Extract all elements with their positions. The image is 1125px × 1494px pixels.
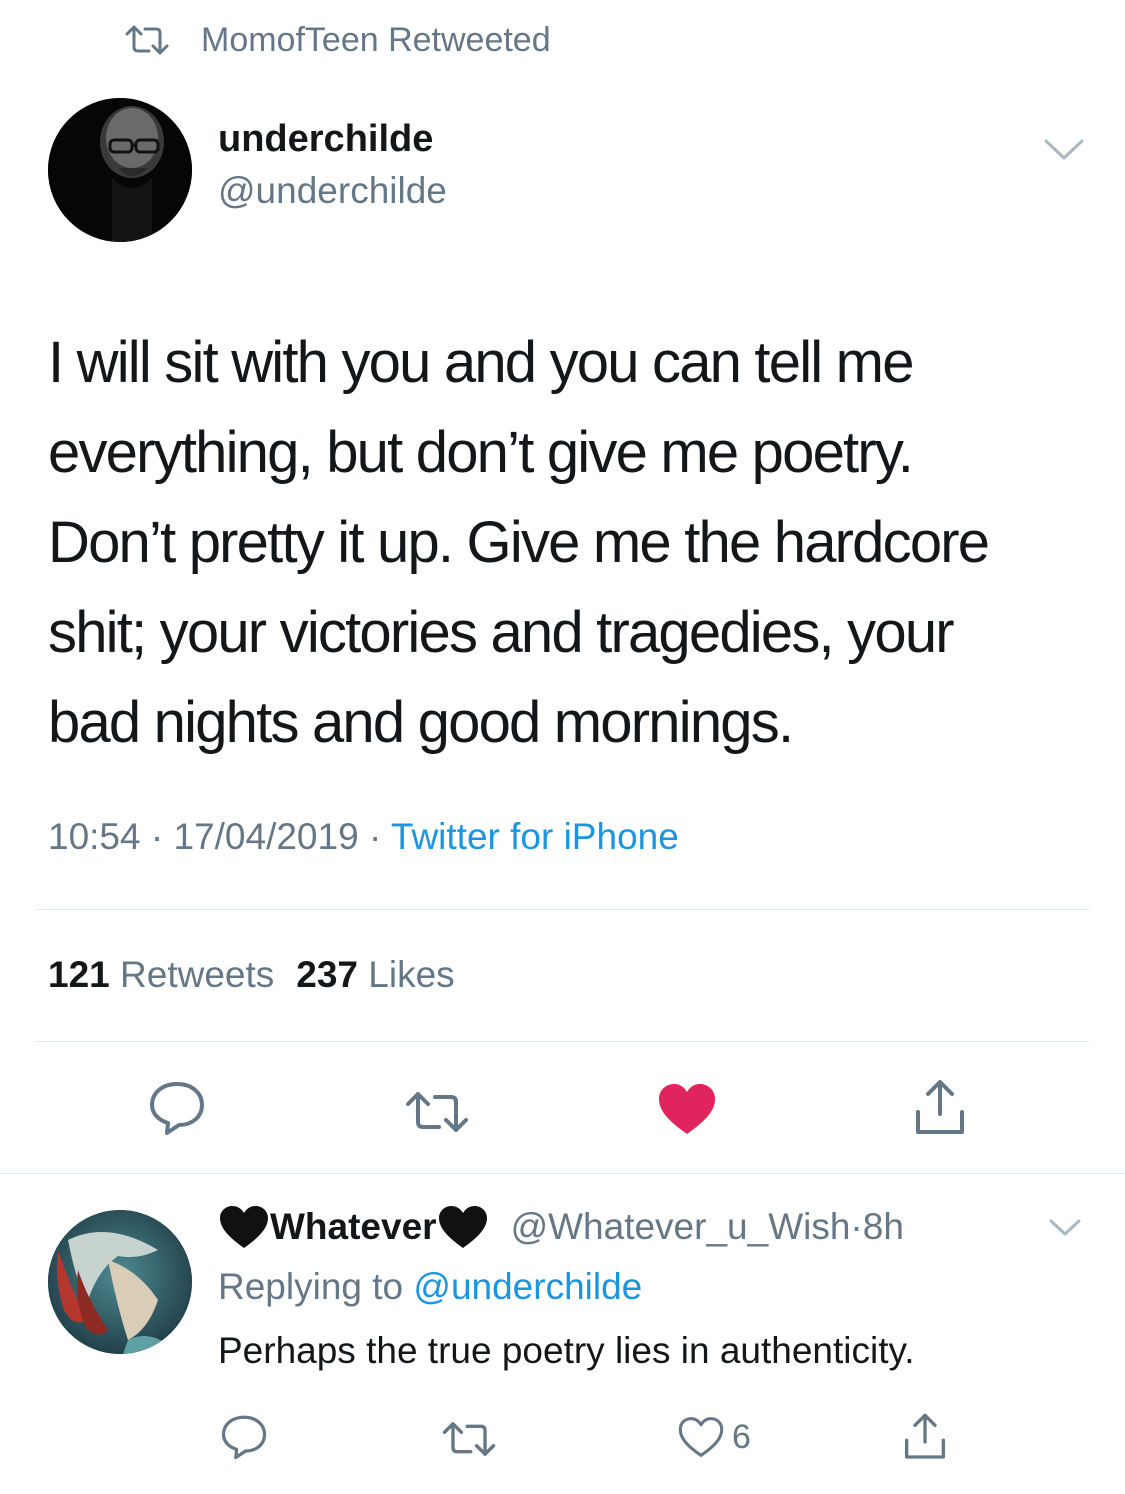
retweet-icon	[125, 25, 169, 55]
reply-icon	[150, 1082, 204, 1135]
retweets-stat[interactable]: 121 Retweets	[48, 954, 274, 995]
like-button[interactable]: 6	[678, 1416, 751, 1458]
reply-button[interactable]	[148, 1080, 206, 1136]
share-icon	[916, 1080, 964, 1134]
replying-to-link[interactable]: @underchilde	[413, 1266, 642, 1307]
retweets-label: Retweets	[120, 954, 275, 995]
retweet-context[interactable]: MomofTeen Retweeted	[125, 18, 551, 62]
meta-separator: ·	[140, 816, 174, 857]
black-heart-icon	[220, 1206, 268, 1248]
divider	[36, 909, 1089, 910]
tweet-meta: 10:54 · 17/04/2019 · Twitter for iPhone	[48, 816, 679, 858]
tweet-text: I will sit with you and you can tell me …	[48, 330, 990, 755]
reply-like-count: 6	[732, 1417, 751, 1456]
chevron-down-icon[interactable]	[1048, 1218, 1082, 1238]
meta-separator: ·	[358, 816, 391, 857]
replying-to: Replying to @underchilde	[218, 1266, 642, 1308]
replying-prefix: Replying to	[218, 1266, 404, 1307]
retweets-count: 121	[48, 954, 110, 995]
retweet-icon	[442, 1422, 496, 1456]
reply-author-name[interactable]: Whatever	[218, 1204, 489, 1250]
reply-button[interactable]	[220, 1414, 268, 1460]
tweet-stats: 121 Retweets 237 Likes	[48, 954, 455, 996]
avatar-photo	[48, 1210, 192, 1354]
tweet-time: 10:54	[48, 816, 141, 857]
share-button[interactable]	[910, 1078, 970, 1138]
author-name[interactable]: underchilde	[218, 118, 433, 161]
reply-header: Whatever @Whatever_u_Wish · 8h	[218, 1200, 904, 1254]
retweet-button[interactable]	[405, 1092, 469, 1132]
likes-count: 237	[296, 954, 358, 995]
heart-outline-icon	[678, 1417, 724, 1457]
likes-stat[interactable]: 237 Likes	[296, 954, 454, 995]
share-icon	[905, 1413, 945, 1459]
reply-display-name: Whatever	[270, 1206, 437, 1247]
tweet-date: 17/04/2019	[173, 816, 359, 857]
divider	[36, 1041, 1089, 1042]
author-handle[interactable]: @underchilde	[218, 170, 447, 212]
avatar-photo	[48, 98, 192, 242]
retweet-icon	[406, 1092, 468, 1132]
reply-avatar[interactable]	[48, 1210, 192, 1354]
chevron-down-icon[interactable]	[1043, 138, 1085, 162]
reply-icon	[221, 1415, 267, 1460]
reply-handle[interactable]: @Whatever_u_Wish	[511, 1206, 851, 1248]
reply-separator: ·	[850, 1206, 863, 1247]
divider	[0, 1173, 1125, 1174]
tweet-source-link[interactable]: Twitter for iPhone	[391, 816, 679, 857]
share-button[interactable]	[900, 1412, 950, 1462]
retweet-context-label: MomofTeen Retweeted	[201, 20, 551, 59]
likes-label: Likes	[368, 954, 455, 995]
heart-filled-icon	[659, 1084, 715, 1134]
avatar[interactable]	[48, 98, 192, 242]
reply-text: Perhaps the true poetry lies in authenti…	[218, 1330, 915, 1371]
reply-time[interactable]: 8h	[863, 1206, 904, 1248]
black-heart-icon	[438, 1206, 487, 1248]
retweet-button[interactable]	[442, 1422, 496, 1456]
like-button[interactable]	[657, 1082, 717, 1136]
